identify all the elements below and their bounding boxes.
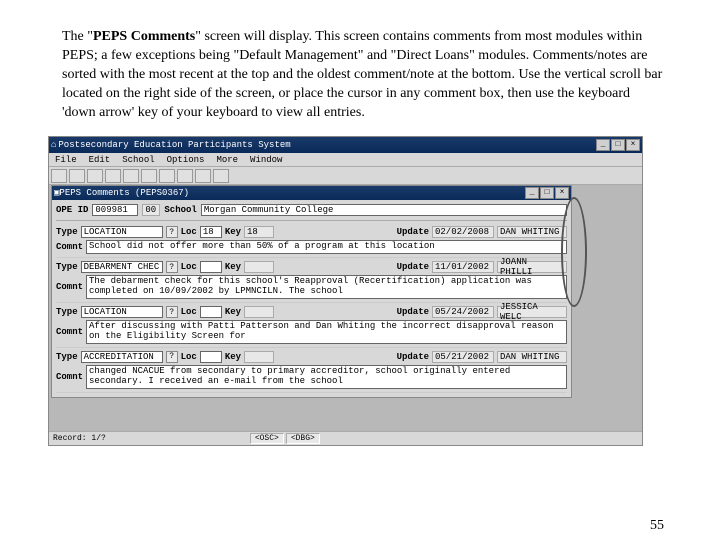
- toolbar-btn-3[interactable]: [87, 169, 103, 183]
- update-label: Update: [397, 262, 429, 272]
- menu-school[interactable]: School: [122, 155, 154, 165]
- update-user-field: JOANN PHILLI: [497, 261, 567, 273]
- toolbar-btn-1[interactable]: [51, 169, 67, 183]
- type-help-button[interactable]: ?: [166, 351, 178, 363]
- comment-entry: Type LOCATION ? Loc 18 Key 18 Update 02/…: [56, 223, 567, 258]
- key-field: 18: [244, 226, 274, 238]
- opeid-field[interactable]: 009981: [92, 204, 138, 216]
- comment-entry: Type DEBARMENT CHEC ? Loc Key Update 11/…: [56, 258, 567, 303]
- type-label: Type: [56, 262, 78, 272]
- loc-label: Loc: [181, 307, 197, 317]
- toolbar-btn-7[interactable]: [159, 169, 175, 183]
- type-label: Type: [56, 307, 78, 317]
- comment-field[interactable]: School did not offer more than 50% of a …: [86, 240, 567, 254]
- menu-window[interactable]: Window: [250, 155, 282, 165]
- toolbar-btn-2[interactable]: [69, 169, 85, 183]
- update-date-field: 11/01/2002: [432, 261, 494, 273]
- update-user-field: JESSICA WELC: [497, 306, 567, 318]
- type-help-button[interactable]: ?: [166, 226, 178, 238]
- comment-field[interactable]: changed NCACUE from secondary to primary…: [86, 365, 567, 389]
- school-field[interactable]: Morgan Community College: [201, 204, 567, 216]
- toolbar-btn-10[interactable]: [213, 169, 229, 183]
- update-user-field: DAN WHITING: [497, 351, 567, 363]
- inner-body: OPE ID 009981 00 School Morgan Community…: [52, 200, 571, 396]
- loc-label: Loc: [181, 352, 197, 362]
- close-button[interactable]: ×: [626, 139, 640, 151]
- key-label: Key: [225, 307, 241, 317]
- comment-entry: Type ACCREDITATION ? Loc Key Update 05/2…: [56, 348, 567, 393]
- school-label: School: [164, 205, 196, 215]
- key-field: [244, 351, 274, 363]
- opeid-label: OPE ID: [56, 205, 88, 215]
- key-label: Key: [225, 352, 241, 362]
- toolbar-btn-9[interactable]: [195, 169, 211, 183]
- loc-label: Loc: [181, 262, 197, 272]
- toolbar-btn-5[interactable]: [123, 169, 139, 183]
- menubar: File Edit School Options More Window: [49, 153, 642, 167]
- update-label: Update: [397, 227, 429, 237]
- record-indicator: Record: 1/?: [53, 434, 106, 443]
- inner-minimize-button[interactable]: _: [525, 187, 539, 199]
- status-box-2: <DBG>: [286, 433, 320, 444]
- outer-window-title: Postsecondary Education Participants Sys…: [56, 140, 595, 150]
- update-date-field: 02/02/2008: [432, 226, 494, 238]
- intro-bold: PEPS Comments: [93, 29, 195, 44]
- status-box-1: <OSC>: [250, 433, 284, 444]
- loc-label: Loc: [181, 227, 197, 237]
- intro-paragraph: The "PEPS Comments" screen will display.…: [0, 0, 720, 128]
- status-bar: Record: 1/? <OSC> <DBG>: [49, 431, 642, 445]
- update-label: Update: [397, 352, 429, 362]
- key-label: Key: [225, 262, 241, 272]
- key-label: Key: [225, 227, 241, 237]
- comment-label: Comnt: [56, 282, 83, 292]
- minimize-button[interactable]: _: [596, 139, 610, 151]
- intro-text-a: The ": [62, 29, 93, 44]
- inner-window: ▣ PEPS Comments (PEPS0367) _ □ × OPE ID …: [51, 185, 572, 397]
- type-help-button[interactable]: ?: [166, 306, 178, 318]
- type-field[interactable]: DEBARMENT CHEC: [81, 261, 163, 273]
- comment-label: Comnt: [56, 242, 83, 252]
- inner-close-button[interactable]: ×: [555, 187, 569, 199]
- type-label: Type: [56, 227, 78, 237]
- loc-field[interactable]: [200, 351, 222, 363]
- header-row: OPE ID 009981 00 School Morgan Community…: [56, 202, 567, 221]
- update-user-field: DAN WHITING: [497, 226, 567, 238]
- comment-field[interactable]: The debarment check for this school's Re…: [86, 275, 567, 299]
- menu-edit[interactable]: Edit: [89, 155, 111, 165]
- type-field[interactable]: LOCATION: [81, 226, 163, 238]
- update-label: Update: [397, 307, 429, 317]
- toolbar-btn-4[interactable]: [105, 169, 121, 183]
- type-help-button[interactable]: ?: [166, 261, 178, 273]
- menu-more[interactable]: More: [216, 155, 238, 165]
- key-field: [244, 261, 274, 273]
- update-date-field: 05/21/2002: [432, 351, 494, 363]
- menu-file[interactable]: File: [55, 155, 77, 165]
- loc-field[interactable]: [200, 306, 222, 318]
- inner-titlebar: ▣ PEPS Comments (PEPS0367) _ □ ×: [52, 186, 571, 200]
- toolbar-btn-6[interactable]: [141, 169, 157, 183]
- comment-entry: Type LOCATION ? Loc Key Update 05/24/200…: [56, 303, 567, 348]
- menu-options[interactable]: Options: [167, 155, 205, 165]
- update-date-field: 05/24/2002: [432, 306, 494, 318]
- key-field: [244, 306, 274, 318]
- inner-maximize-button[interactable]: □: [540, 187, 554, 199]
- loc-field[interactable]: [200, 261, 222, 273]
- toolbar-btn-8[interactable]: [177, 169, 193, 183]
- screenshot-frame: ⌂ Postsecondary Education Participants S…: [48, 136, 643, 446]
- comment-field[interactable]: After discussing with Patti Patterson an…: [86, 320, 567, 344]
- page-number: 55: [650, 518, 664, 534]
- comment-label: Comnt: [56, 327, 83, 337]
- toolbar: [49, 167, 642, 185]
- maximize-button[interactable]: □: [611, 139, 625, 151]
- outer-titlebar: ⌂ Postsecondary Education Participants S…: [49, 137, 642, 153]
- type-field[interactable]: LOCATION: [81, 306, 163, 318]
- type-label: Type: [56, 352, 78, 362]
- comment-label: Comnt: [56, 372, 83, 382]
- opeid-suffix: 00: [142, 204, 160, 216]
- loc-field[interactable]: 18: [200, 226, 222, 238]
- type-field[interactable]: ACCREDITATION: [81, 351, 163, 363]
- inner-window-title: PEPS Comments (PEPS0367): [59, 188, 524, 198]
